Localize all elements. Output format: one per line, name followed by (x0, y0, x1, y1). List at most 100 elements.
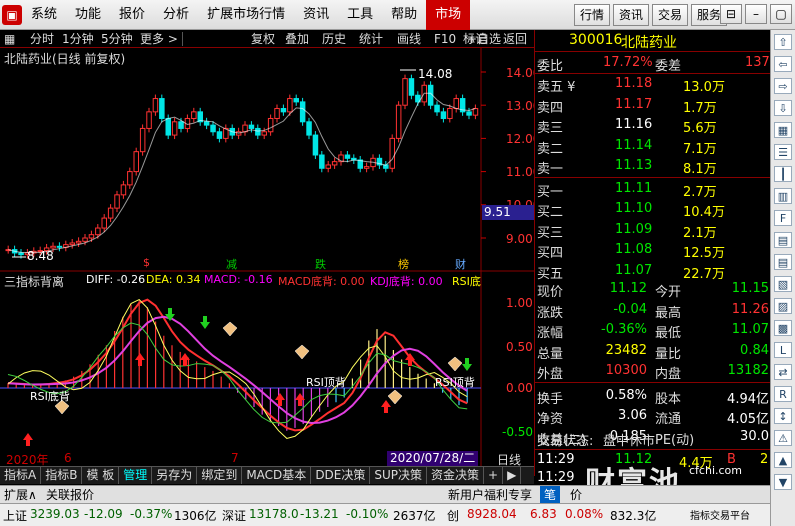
grid-icon[interactable]: ▦ (4, 30, 15, 48)
chart-icon[interactable]: ▧ (774, 276, 792, 292)
sz-index[interactable]: 13178.0 (249, 507, 299, 521)
event-marker-fall[interactable]: 跌 (315, 256, 326, 272)
nav-left-icon[interactable]: ⇦ (774, 56, 792, 72)
event-marker-reduce[interactable]: 减 (226, 256, 237, 272)
trade-button[interactable]: 交易 (652, 4, 689, 26)
candle-body (107, 207, 114, 219)
candle-body (389, 137, 395, 169)
tab-fund[interactable]: 资金决策 (427, 467, 485, 484)
grid-view-icon[interactable]: ▦ (774, 122, 792, 138)
nav-down-icon[interactable]: ⇩ (774, 100, 792, 116)
toolbar-5min[interactable]: 5分钟 (101, 30, 133, 48)
toolbar-overlay[interactable]: 叠加 (285, 30, 309, 48)
ask-row[interactable]: 卖三 11.16 5.6万 (535, 115, 771, 136)
tab-dde[interactable]: DDE决策 (311, 467, 371, 484)
news-button[interactable]: 资讯 (613, 4, 650, 26)
news-icon[interactable]: ▤ (774, 254, 792, 270)
trade-status-label: 交易状态: (537, 434, 594, 449)
indicator-kdj-div: KDJ底背: 0.00 (370, 275, 443, 288)
toolbar-1min[interactable]: 1分钟 (62, 30, 94, 48)
candle-body (293, 98, 299, 103)
toolbar-history[interactable]: 历史 (322, 30, 346, 48)
menu-ext-market[interactable]: 扩展市场行情 (198, 0, 294, 30)
menu-analysis[interactable]: 分析 (154, 0, 198, 30)
event-marker-rank[interactable]: 榜 (398, 256, 409, 272)
ask-row[interactable]: 卖五 ¥ 11.18 13.0万 (535, 74, 771, 95)
tab-save-as[interactable]: 另存为 (152, 467, 198, 484)
level-volume: 5.6万 (683, 121, 717, 136)
bid-row[interactable]: 买三 11.09 2.1万 (535, 220, 771, 241)
toolbar-draw[interactable]: 画线 (397, 30, 421, 48)
toolbar-more[interactable]: 更多 > (140, 30, 178, 48)
tab-next[interactable]: ▶ (503, 467, 522, 484)
minimize-icon[interactable]: – (745, 4, 767, 24)
tab-indicator-b[interactable]: 指标B (41, 467, 83, 484)
menu-function[interactable]: 功能 (66, 0, 110, 30)
toolbar-add-watchlist[interactable]: +自选 (467, 30, 501, 48)
stock-header: 300016 北陆药业 (535, 30, 771, 52)
menu-market[interactable]: 市场 (426, 0, 471, 30)
menu-system[interactable]: 系统 (22, 0, 66, 30)
depth-icon[interactable]: ▩ (774, 320, 792, 336)
ask-row[interactable]: 卖二 11.14 7.1万 (535, 136, 771, 157)
date-axis-july: 7 (231, 451, 239, 465)
cy-index[interactable]: 8928.04 (467, 507, 517, 521)
promo-link[interactable]: 新用户福利专享 (448, 486, 532, 504)
tab-macd-basic[interactable]: MACD基本 (242, 467, 312, 484)
stat-label: 净资 (537, 412, 564, 427)
tab-bind[interactable]: 绑定到 (197, 467, 243, 484)
expand-button[interactable]: 扩展∧ (4, 486, 37, 504)
bid-row[interactable]: 买二 11.10 10.4万 (535, 199, 771, 220)
nav-right-icon[interactable]: ⇨ (774, 78, 792, 94)
tab-sup[interactable]: SUP决策 (370, 467, 428, 484)
toolbar-adjust[interactable]: 复权 (251, 30, 275, 48)
stat-value: 0.58% (605, 387, 647, 403)
sort-icon[interactable]: ↕ (774, 408, 792, 424)
tab-manage[interactable]: 管理 (119, 467, 153, 484)
table-icon[interactable]: ▤ (774, 232, 792, 248)
level2-icon[interactable]: L (774, 342, 792, 358)
alert-icon[interactable]: ⚠ (774, 430, 792, 446)
toolbar-f10[interactable]: F10 (434, 30, 456, 48)
bid-row[interactable]: 买一 11.11 2.7万 (535, 179, 771, 200)
indicator-dea: DEA: 0.34 (146, 273, 201, 286)
menu-tools[interactable]: 工具 (338, 0, 382, 30)
stat-value: 23482 (605, 342, 647, 358)
sh-index[interactable]: 3239.03 (30, 507, 80, 521)
tab-template[interactable]: 模 板 (82, 467, 120, 484)
scroll-up-icon[interactable]: ▲ (774, 452, 792, 468)
quotes-button[interactable]: 行情 (574, 4, 611, 26)
bid-row[interactable]: 买四 11.08 12.5万 (535, 240, 771, 261)
menu-news[interactable]: 资讯 (294, 0, 338, 30)
kline-icon[interactable]: ┃ (774, 166, 792, 182)
menu-quotes[interactable]: 报价 (110, 0, 154, 30)
event-marker-dollar[interactable]: $ (143, 256, 150, 269)
toolbar-stats[interactable]: 统计 (359, 30, 383, 48)
indicator-name[interactable]: 三指标背离 (4, 273, 64, 290)
nav-up-icon[interactable]: ⇧ (774, 34, 792, 50)
tab-price[interactable]: 价 (570, 486, 582, 504)
kline-chart[interactable] (0, 48, 534, 466)
menu-help[interactable]: 帮助 (382, 0, 426, 30)
candle-body (114, 194, 120, 209)
rsi-icon[interactable]: R (774, 386, 792, 402)
tab-indicator-a[interactable]: 指标A (0, 467, 42, 484)
ranking-icon[interactable]: ▨ (774, 298, 792, 314)
f10-icon[interactable]: F (774, 210, 792, 226)
bar-chart-icon[interactable]: ▥ (774, 188, 792, 204)
tab-add[interactable]: + (484, 467, 504, 484)
stat-row: 现价 11.12 今开 11.15 (535, 279, 771, 300)
swap-icon[interactable]: ⇄ (774, 364, 792, 380)
event-marker-finance[interactable]: 财 (455, 256, 466, 272)
level-price: 11.16 (615, 117, 653, 132)
maximize-icon[interactable]: ▢ (770, 4, 792, 24)
list-view-icon[interactable]: ☰ (774, 144, 792, 160)
restore-icon[interactable]: ⊟ (720, 4, 742, 24)
scroll-down-icon[interactable]: ▼ (774, 474, 792, 490)
toolbar-back[interactable]: 返回 (503, 30, 527, 48)
ask-row[interactable]: 卖四 11.17 1.7万 (535, 95, 771, 116)
tab-ticks[interactable]: 笔 (540, 486, 561, 504)
related-quotes-button[interactable]: 关联报价 (46, 486, 94, 504)
ask-row[interactable]: 卖一 11.13 8.1万 (535, 156, 771, 177)
toolbar-intraday[interactable]: 分时 (30, 30, 54, 48)
